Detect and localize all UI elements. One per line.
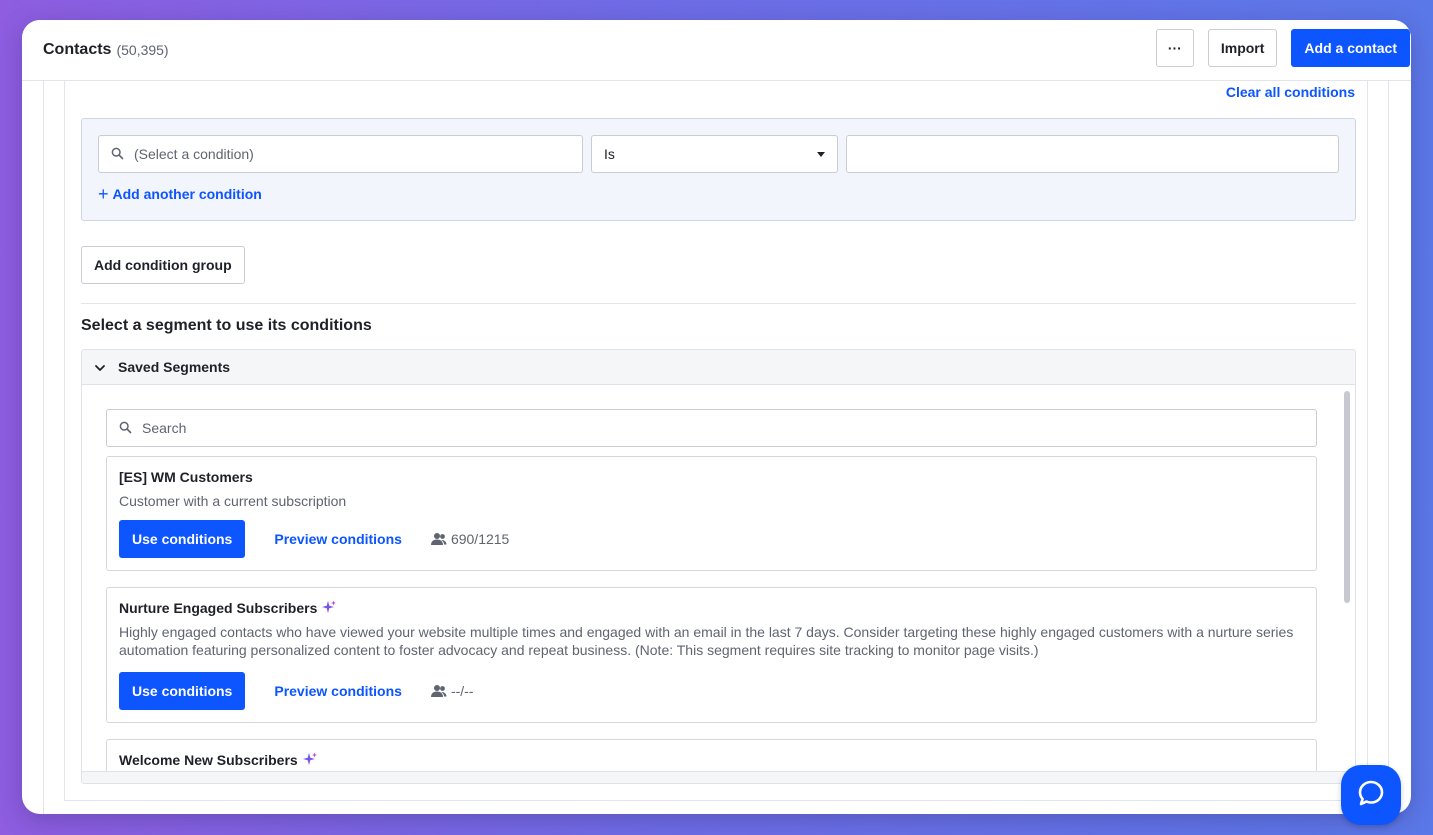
people-icon: [430, 684, 448, 698]
segment-search-placeholder: Search: [142, 420, 187, 436]
page-title: Contacts: [43, 41, 112, 58]
segment-section-heading: Select a segment to use its conditions: [81, 317, 372, 334]
more-options-button[interactable]: ···: [1155, 29, 1194, 67]
segment-title-text: [ES] WM Customers: [119, 469, 253, 485]
operator-value: Is: [604, 146, 615, 162]
segment-count-value: --/--: [450, 683, 474, 699]
segment-description: Highly engaged contacts who have viewed …: [119, 624, 1294, 658]
ellipsis-icon: ···: [1167, 40, 1182, 56]
people-icon: [430, 532, 448, 546]
contacts-count: (50,395): [116, 42, 169, 58]
caret-down-icon: [817, 152, 825, 157]
segment-title: [ES] WM Customers: [119, 469, 253, 485]
saved-segments-toggle[interactable]: Saved Segments: [82, 350, 1355, 385]
segment-count: --/--: [430, 683, 474, 699]
use-conditions-button[interactable]: Use conditions: [119, 672, 246, 710]
segment-builder: Clear all conditions (Select a condition…: [64, 81, 1368, 801]
contacts-window: Contacts (50,395) ··· Import Add a conta…: [22, 20, 1411, 814]
chat-help-icon: [1357, 779, 1385, 812]
outer-rail-left: [43, 81, 44, 814]
segment-search-input[interactable]: Search: [106, 409, 1317, 447]
segment-title-text: Welcome New Subscribers: [119, 752, 298, 768]
segment-card: [ES] WM Customers Customer with a curren…: [106, 456, 1317, 571]
operator-dropdown[interactable]: Is: [591, 135, 838, 173]
condition-placeholder: (Select a condition): [134, 146, 254, 162]
clear-all-conditions-link[interactable]: Clear all conditions: [1226, 84, 1355, 100]
condition-select[interactable]: (Select a condition): [98, 135, 583, 173]
preview-conditions-link[interactable]: Preview conditions: [274, 531, 402, 547]
segment-count: 690/1215: [430, 531, 509, 547]
preview-conditions-link[interactable]: Preview conditions: [274, 683, 402, 699]
segment-card: Nurture Engaged Subscribers Highly engag…: [106, 587, 1317, 723]
segments-panel-footer: [82, 771, 1355, 783]
condition-value-input[interactable]: [846, 135, 1339, 173]
chat-help-button[interactable]: [1341, 765, 1401, 825]
sparkle-icon: [302, 752, 318, 768]
segment-actions: Use conditions Preview conditions 690/12…: [119, 520, 509, 558]
chevron-down-icon: [94, 361, 106, 373]
segments-list[interactable]: Search [ES] WM Customers Customer with a…: [82, 385, 1355, 783]
header-actions: ··· Import Add a contact: [1155, 29, 1410, 67]
saved-segments-title: Saved Segments: [118, 359, 231, 375]
segment-title: Nurture Engaged Subscribers: [119, 600, 337, 616]
segment-actions: Use conditions Preview conditions --/--: [119, 672, 474, 710]
page-header: Contacts (50,395) ··· Import Add a conta…: [22, 20, 1411, 81]
add-another-label: Add another condition: [112, 186, 262, 202]
use-conditions-button[interactable]: Use conditions: [119, 520, 246, 558]
search-icon: [119, 421, 133, 435]
search-icon: [111, 147, 125, 161]
segments-scrollbar[interactable]: [1344, 387, 1353, 773]
segment-title: Welcome New Subscribers: [119, 752, 318, 768]
plus-icon: +: [98, 184, 109, 204]
import-button[interactable]: Import: [1207, 29, 1278, 67]
add-contact-button[interactable]: Add a contact: [1291, 29, 1410, 67]
condition-group: (Select a condition) Is + Add another co…: [81, 118, 1356, 221]
add-condition-group-button[interactable]: Add condition group: [81, 246, 245, 284]
segment-count-value: 690/1215: [450, 531, 510, 547]
sparkle-icon: [321, 600, 337, 616]
add-another-condition-link[interactable]: + Add another condition: [98, 184, 262, 204]
segment-title-text: Nurture Engaged Subscribers: [119, 600, 318, 616]
scrollbar-thumb[interactable]: [1344, 391, 1350, 603]
saved-segments-panel: Saved Segments Search [ES] WM Customers …: [81, 349, 1356, 784]
segment-description: Customer with a current subscription: [119, 493, 347, 509]
section-divider: [81, 303, 1356, 304]
outer-rail-right: [1388, 81, 1389, 814]
